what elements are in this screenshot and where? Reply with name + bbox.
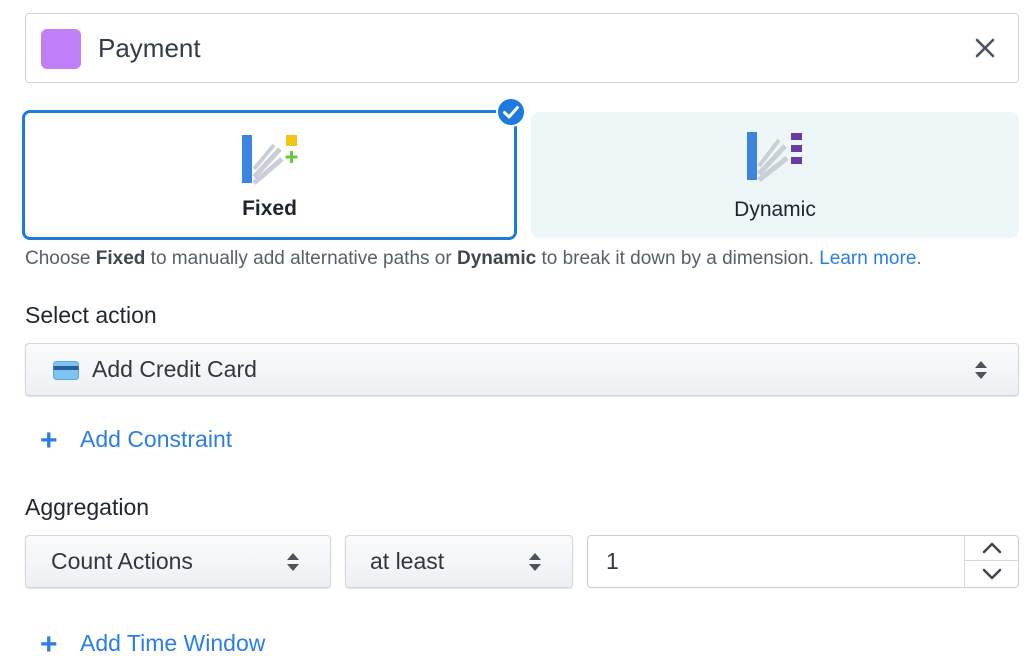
step-color-swatch[interactable] [41,29,81,69]
mode-help-text: Choose Fixed to manually add alternative… [25,248,922,270]
add-constraint-button[interactable]: + Add Constraint [40,424,232,458]
help-dynamic-word: Dynamic [456,248,537,269]
mode-dynamic-label: Dynamic [734,198,816,221]
aggregation-label: Aggregation [25,494,150,520]
step-name-text[interactable]: Payment [98,14,201,82]
select-action-label: Select action [25,302,157,328]
help-prefix: Choose [25,248,96,269]
help-suffix: to break it down by a dimension. [536,248,814,269]
close-icon[interactable] [972,35,998,61]
aggregation-function-select[interactable]: Count Actions [25,535,331,588]
aggregation-function-value: Count Actions [51,548,193,574]
chevron-up-icon [982,542,1001,554]
mode-fixed-option[interactable]: Fixed [22,110,517,240]
fixed-paths-icon [240,131,300,187]
mode-dynamic-option[interactable]: Dynamic [531,112,1019,238]
plus-icon: + [40,424,58,457]
dynamic-paths-icon [745,128,805,184]
learn-more-link[interactable]: Learn more. [819,248,921,269]
increment-button[interactable] [965,536,1018,561]
action-select[interactable]: Add Credit Card [25,343,1019,396]
action-select-value: Add Credit Card [92,356,257,382]
aggregation-value[interactable]: 1 [606,536,619,587]
mode-fixed-label: Fixed [242,197,297,220]
chevron-down-icon [982,568,1001,579]
aggregation-operator-select[interactable]: at least [345,535,573,588]
help-middle: to manually add alternative paths or [145,248,457,269]
select-arrows-icon [528,551,542,573]
add-time-window-button[interactable]: + Add Time Window [40,628,265,662]
select-arrows-icon [974,359,988,381]
add-constraint-label: Add Constraint [80,426,233,452]
aggregation-operator-value: at least [370,548,445,574]
help-fixed-word: Fixed [95,248,146,269]
select-arrows-icon [286,551,300,573]
step-name-field[interactable]: Payment [25,13,1019,83]
credit-card-icon [53,361,79,380]
aggregation-value-input[interactable]: 1 [587,535,1019,588]
decrement-button[interactable] [965,561,1018,586]
value-stepper[interactable] [964,536,1018,587]
add-time-window-label: Add Time Window [80,630,266,656]
selected-check-icon [496,97,526,127]
plus-icon: + [40,628,58,661]
